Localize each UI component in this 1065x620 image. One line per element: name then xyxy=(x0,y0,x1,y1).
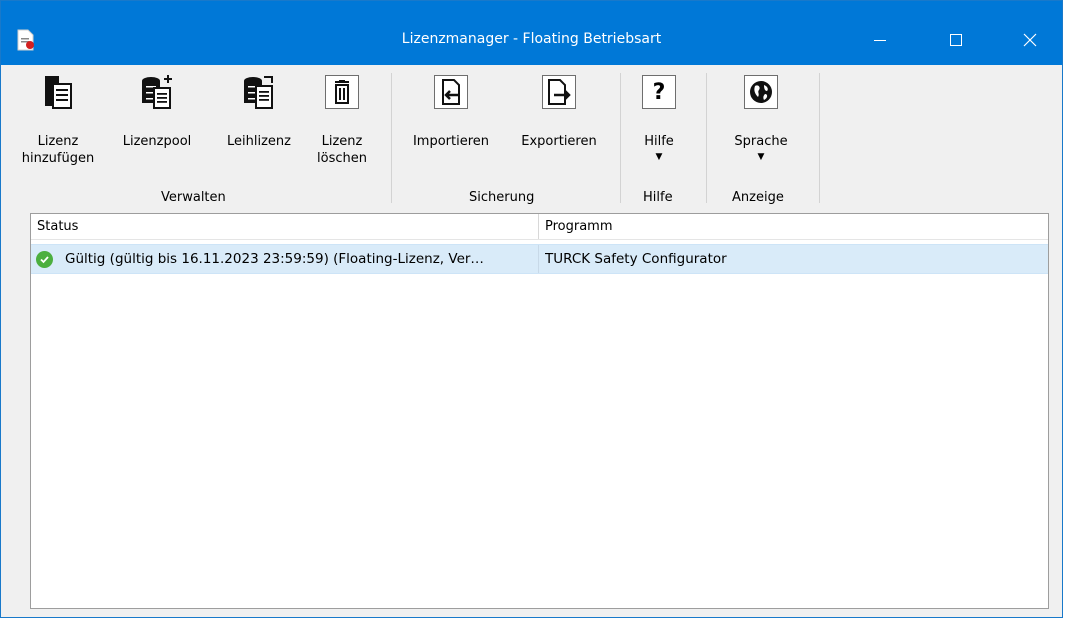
minimize-button[interactable] xyxy=(857,19,903,61)
import-icon xyxy=(434,75,468,109)
question-mark-icon: ? xyxy=(642,75,676,109)
group-label-verwalten: Verwalten xyxy=(161,190,226,205)
column-header-program[interactable]: Programm xyxy=(539,214,839,239)
maximize-button[interactable] xyxy=(933,19,979,61)
loan-license-icon xyxy=(242,75,276,109)
chevron-down-icon: ▼ xyxy=(655,152,663,162)
close-icon xyxy=(1023,33,1037,47)
delete-license-label: Lizenz löschen xyxy=(317,134,367,166)
table-row[interactable]: Gültig (gültig bis 16.11.2023 23:59:59) … xyxy=(31,244,1048,274)
cell-divider xyxy=(538,245,539,273)
import-label: Importieren xyxy=(412,134,490,149)
group-separator xyxy=(706,73,707,203)
license-pool-button[interactable]: Lizenzpool xyxy=(123,75,191,150)
valid-check-icon xyxy=(36,251,53,268)
add-license-icon xyxy=(41,75,75,109)
import-button[interactable]: Importieren xyxy=(403,75,499,150)
group-separator xyxy=(620,73,621,203)
maximize-icon xyxy=(950,34,962,46)
program-cell: TURCK Safety Configurator xyxy=(545,251,727,267)
help-button[interactable]: ? Hilfe ▼ xyxy=(629,75,689,162)
help-label: Hilfe xyxy=(644,134,674,149)
close-button[interactable] xyxy=(1007,19,1053,61)
license-manager-window: Lizenzmanager - Floating Betriebsart Liz… xyxy=(0,0,1063,618)
status-cell: Gültig (gültig bis 16.11.2023 23:59:59) … xyxy=(65,251,484,267)
trash-icon xyxy=(325,75,359,109)
loan-license-label: Leihlizenz xyxy=(227,134,291,149)
group-label-anzeige: Anzeige xyxy=(732,190,784,205)
export-button[interactable]: Exportieren xyxy=(511,75,607,150)
language-button[interactable]: Sprache ▼ xyxy=(727,75,795,162)
ribbon-toolbar: Lizenz hinzufügen Lizenzpool Leihlizenz … xyxy=(1,65,1062,209)
table-header: Status Programm xyxy=(31,214,1048,240)
minimize-icon xyxy=(874,40,886,41)
license-pool-icon xyxy=(140,75,174,109)
group-label-sicherung: Sicherung xyxy=(469,190,535,205)
group-separator xyxy=(819,73,820,203)
export-icon xyxy=(542,75,576,109)
delete-license-button[interactable]: Lizenz löschen xyxy=(312,75,372,167)
export-label: Exportieren xyxy=(521,134,597,149)
group-separator xyxy=(391,73,392,203)
license-list[interactable]: Status Programm Gültig (gültig bis 16.11… xyxy=(30,213,1049,609)
title-bar[interactable]: Lizenzmanager - Floating Betriebsart xyxy=(1,1,1062,65)
license-pool-label: Lizenzpool xyxy=(122,134,192,149)
add-license-label: Lizenz hinzufügen xyxy=(21,134,95,166)
loan-license-button[interactable]: Leihlizenz xyxy=(227,75,291,150)
language-label: Sprache xyxy=(734,134,788,149)
add-license-button[interactable]: Lizenz hinzufügen xyxy=(22,75,94,167)
globe-icon xyxy=(744,75,778,109)
chevron-down-icon: ▼ xyxy=(757,152,765,162)
group-label-hilfe: Hilfe xyxy=(643,190,673,205)
column-header-status[interactable]: Status xyxy=(31,214,539,239)
